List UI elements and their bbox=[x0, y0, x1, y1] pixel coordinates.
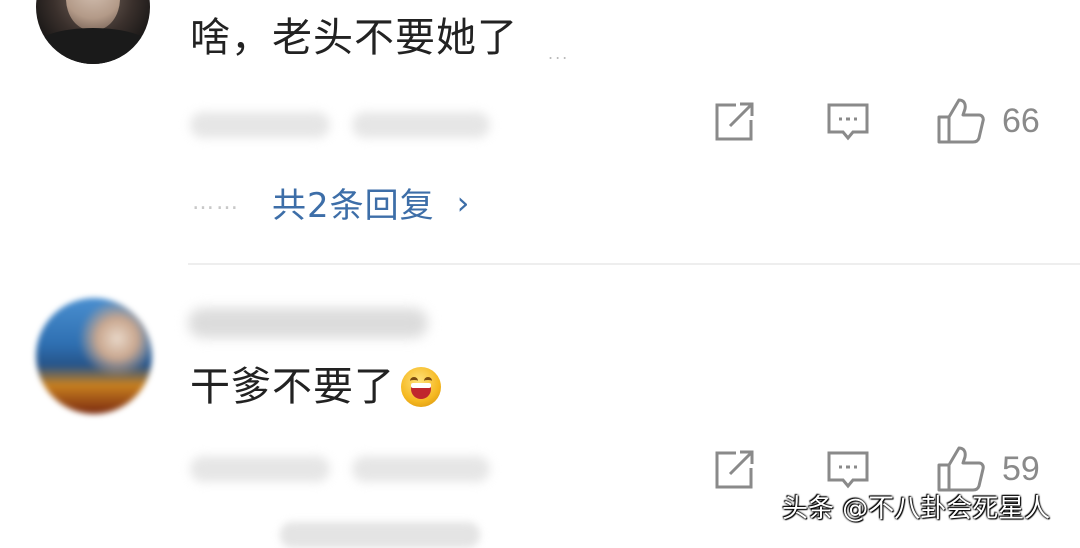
avatar[interactable] bbox=[36, 298, 152, 414]
view-replies-link[interactable]: …… 共2条回复 › bbox=[192, 178, 469, 227]
comment-truncation: ... bbox=[548, 44, 570, 63]
reply-button[interactable] bbox=[826, 448, 870, 492]
avatar-face bbox=[66, 0, 120, 30]
comment-icon bbox=[827, 451, 869, 489]
avatar-shirt bbox=[36, 28, 150, 64]
comment-icon bbox=[827, 103, 869, 141]
comment-text: 啥，老头不要她了 bbox=[190, 15, 518, 61]
like-count: 66 bbox=[1002, 101, 1040, 140]
like-button[interactable]: 59 bbox=[936, 444, 1040, 494]
comment-timestamp-blurred bbox=[190, 456, 330, 482]
reply-button[interactable] bbox=[826, 100, 870, 144]
share-button[interactable] bbox=[712, 448, 756, 492]
comment-location-blurred bbox=[352, 456, 490, 482]
like-button[interactable]: 66 bbox=[936, 96, 1040, 146]
replies-label: 共2条回复 bbox=[272, 186, 435, 226]
share-icon bbox=[715, 102, 754, 141]
replies-link-partial bbox=[280, 522, 480, 548]
thumbs-up-icon bbox=[937, 98, 985, 144]
watermark: 头条 @不八卦会死星人 bbox=[782, 494, 1051, 524]
chevron-right-icon: › bbox=[456, 183, 470, 222]
share-button[interactable] bbox=[712, 100, 756, 144]
divider bbox=[188, 263, 1080, 265]
thumbs-up-icon bbox=[937, 446, 985, 492]
comment-text: 干爹不要了 bbox=[190, 364, 395, 410]
avatar[interactable] bbox=[36, 0, 150, 64]
replies-dots: …… bbox=[192, 190, 240, 215]
username-blurred bbox=[188, 308, 428, 338]
share-icon bbox=[715, 450, 754, 489]
like-count: 59 bbox=[1002, 449, 1040, 488]
comment-body: 干爹不要了 bbox=[190, 363, 441, 411]
laughing-emoji-icon bbox=[401, 367, 441, 407]
comment-timestamp-blurred bbox=[190, 112, 330, 138]
comment-location-blurred bbox=[352, 112, 490, 138]
